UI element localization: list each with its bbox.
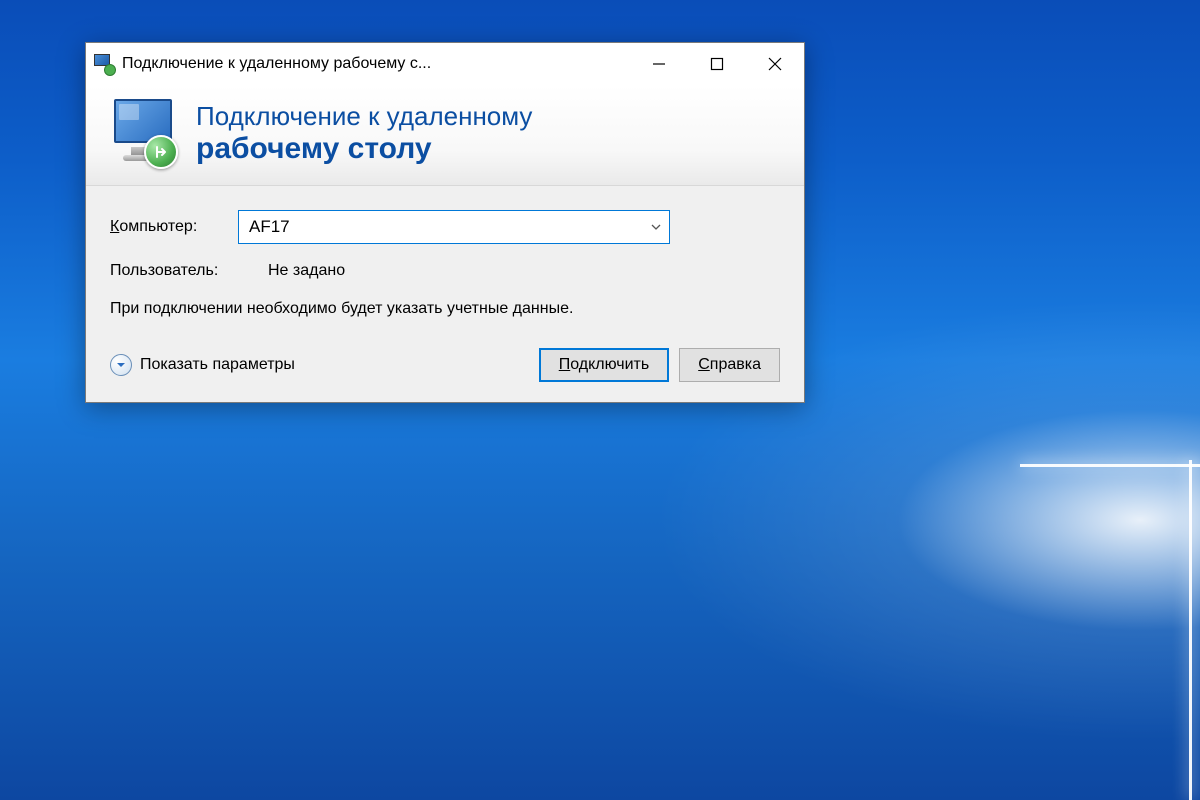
user-value: Не задано [268, 262, 345, 280]
maximize-button[interactable] [688, 43, 746, 85]
computer-input[interactable] [239, 211, 643, 243]
window-controls [630, 43, 804, 85]
rdp-dialog-window: Подключение к удаленному рабочему с... П… [85, 42, 805, 403]
computer-row: Компьютер: [110, 210, 780, 244]
connect-button[interactable]: Подключить [539, 348, 669, 382]
user-label: Пользователь: [110, 262, 238, 280]
show-options-label: Показать параметры [140, 356, 295, 374]
titlebar[interactable]: Подключение к удаленному рабочему с... [86, 43, 804, 85]
chevron-down-circle-icon [110, 354, 132, 376]
banner-line1: Подключение к удаленному [196, 101, 532, 132]
computer-combobox[interactable] [238, 210, 670, 244]
banner: Подключение к удаленному рабочему столу [86, 85, 804, 186]
banner-title: Подключение к удаленному рабочему столу [196, 101, 532, 166]
close-button[interactable] [746, 43, 804, 85]
app-icon [94, 54, 114, 74]
dialog-body: Компьютер: Пользователь: Не задано При п… [86, 186, 804, 402]
user-row: Пользователь: Не задано [110, 262, 780, 280]
footer: Показать параметры Подключить Справка [110, 348, 780, 382]
show-options-link[interactable]: Показать параметры [110, 354, 295, 376]
banner-line2: рабочему столу [196, 132, 532, 166]
computer-label: Компьютер: [110, 218, 238, 236]
window-title: Подключение к удаленному рабочему с... [122, 55, 630, 73]
info-text: При подключении необходимо будет указать… [110, 298, 780, 320]
chevron-down-icon[interactable] [643, 211, 669, 243]
rdp-icon [108, 97, 180, 169]
minimize-button[interactable] [630, 43, 688, 85]
help-button[interactable]: Справка [679, 348, 780, 382]
